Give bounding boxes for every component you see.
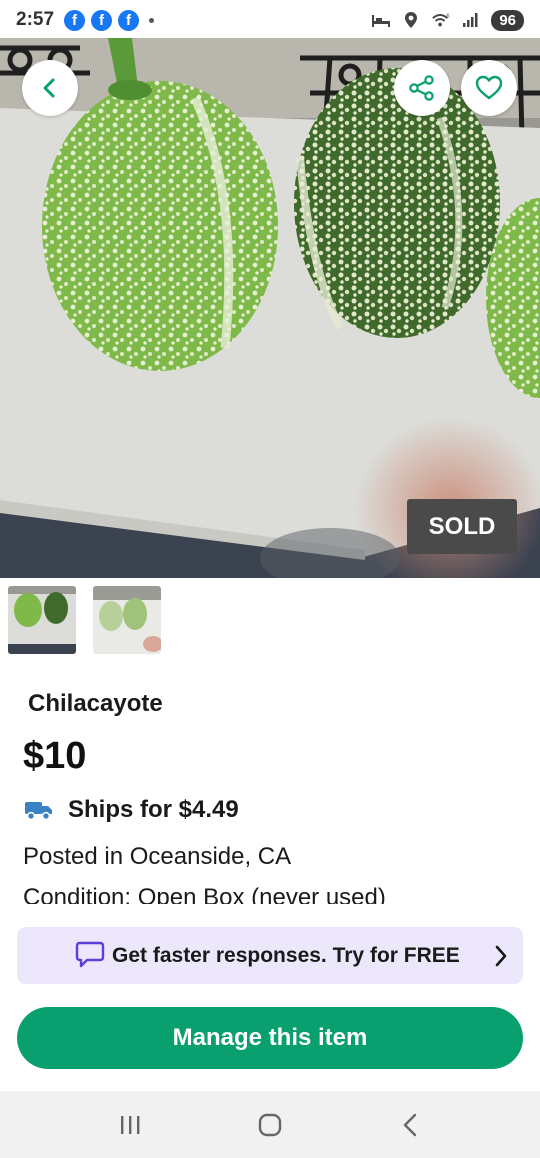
system-nav-bar	[0, 1091, 540, 1158]
promo-text: Get faster responses. Try for FREE	[112, 943, 460, 967]
back-nav-icon	[403, 1113, 417, 1136]
thumbnail-strip	[8, 586, 161, 654]
facebook-icon: f	[91, 9, 113, 31]
svg-text:6: 6	[447, 13, 450, 19]
favorite-button[interactable]	[461, 60, 517, 116]
posted-location: Posted in Oceanside, CA	[23, 843, 292, 870]
location-icon	[401, 11, 421, 29]
shipping-text: Ships for $4.49	[68, 796, 239, 823]
more-notifications-dot	[149, 17, 155, 23]
status-time: 2:57	[16, 9, 55, 30]
manage-item-button[interactable]: Manage this item	[17, 1007, 523, 1069]
gourds-photo	[0, 38, 540, 578]
sleep-mode-icon	[371, 11, 391, 29]
truck-icon	[25, 802, 52, 821]
facebook-icon: f	[64, 9, 86, 31]
recent-apps-button[interactable]	[100, 1105, 160, 1145]
thumbnail-image	[8, 586, 76, 654]
wifi-6-icon: 6	[431, 11, 451, 29]
condition-row: Condition: Open Box (never used)	[23, 880, 523, 905]
home-button[interactable]	[240, 1105, 300, 1145]
facebook-icon: f	[118, 9, 140, 31]
share-icon	[409, 75, 434, 101]
chat-bubble-icon	[75, 941, 105, 968]
promo-banner[interactable]: Get faster responses. Try for FREE	[17, 927, 523, 984]
heart-icon	[475, 75, 503, 100]
listing-photo[interactable]: SOLD	[0, 38, 540, 578]
thumbnail-image	[93, 586, 161, 654]
home-icon	[258, 1113, 282, 1136]
listing-price: $10	[23, 735, 87, 777]
shipping-info: Ships for $4.49	[24, 796, 239, 824]
thumbnail-2[interactable]	[93, 586, 161, 654]
listing-title: Chilacayote	[28, 690, 163, 717]
battery-indicator: 96	[491, 9, 524, 31]
signal-icon	[461, 11, 481, 29]
chevron-right-icon	[495, 945, 507, 966]
back-button[interactable]	[22, 60, 78, 116]
share-button[interactable]	[394, 60, 450, 116]
condition-text: Condition: Open Box (never used)	[23, 884, 386, 905]
back-icon	[43, 78, 55, 98]
recent-apps-icon	[121, 1115, 140, 1134]
sold-badge: SOLD	[407, 499, 517, 554]
back-nav-button[interactable]	[380, 1105, 440, 1145]
thumbnail-1[interactable]	[8, 586, 76, 654]
status-bar: 2:57 f f f 6 96	[0, 0, 540, 40]
